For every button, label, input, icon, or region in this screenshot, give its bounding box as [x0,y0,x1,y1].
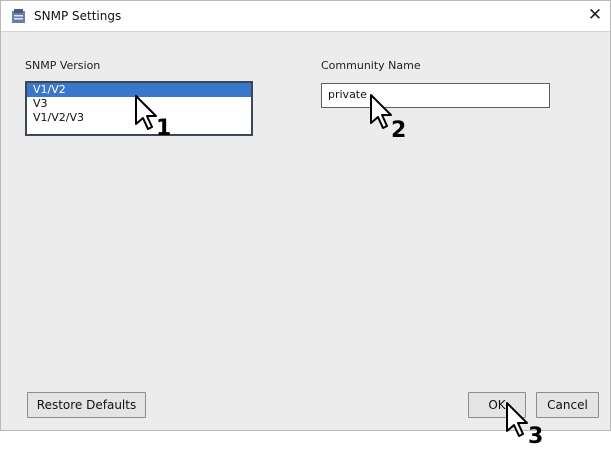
title-bar: SNMP Settings ✕ [1,1,610,32]
restore-defaults-button[interactable]: Restore Defaults [27,392,146,418]
step-marker-3: 3 [528,424,544,449]
window-title: SNMP Settings [34,9,122,23]
snmp-version-label: SNMP Version [25,59,101,72]
step-marker-2: 2 [391,118,407,143]
cancel-button[interactable]: Cancel [536,392,599,418]
community-name-input[interactable]: private [321,83,550,108]
community-name-label: Community Name [321,59,421,72]
step-marker-1: 1 [156,116,172,141]
pointer-cursor-icon [506,402,528,437]
pointer-cursor-icon [135,95,157,130]
close-button[interactable]: ✕ [580,1,610,31]
app-icon [11,9,26,24]
pointer-cursor-icon [370,94,392,129]
snmp-settings-dialog: SNMP Settings ✕ SNMP Version V1/V2 V3 V1… [0,0,611,431]
